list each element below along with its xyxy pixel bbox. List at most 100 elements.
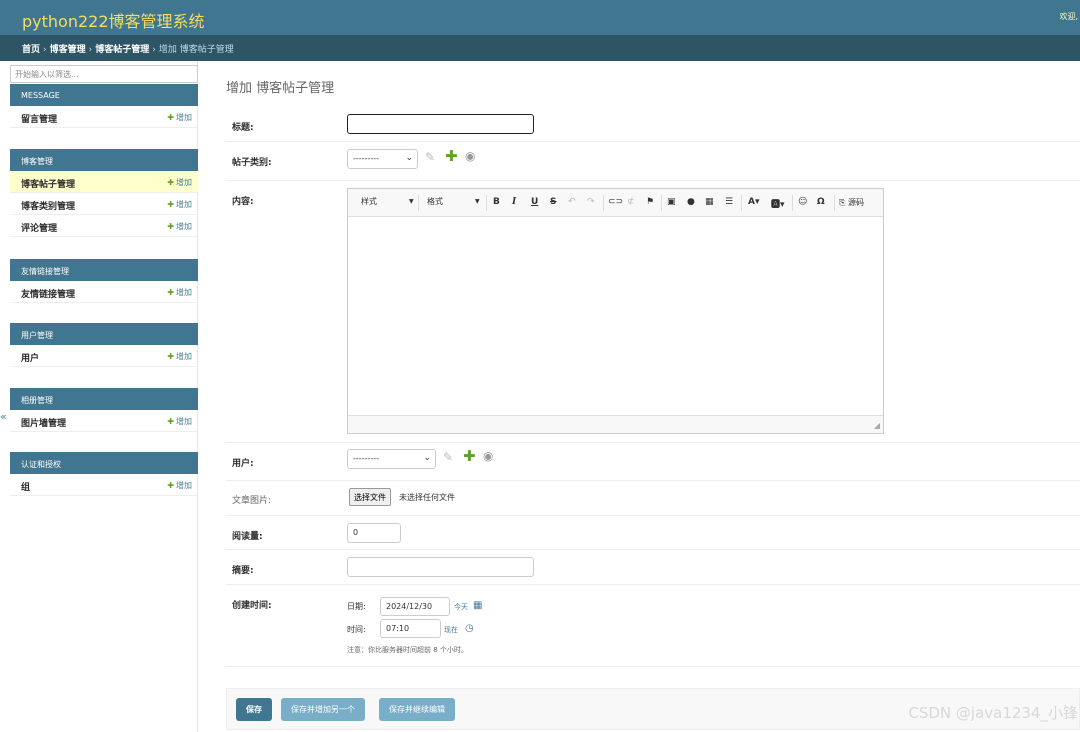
module-message: MESSAGE 留言管理 ✚ 增加 [10,84,198,128]
views-input[interactable]: 0 [347,523,401,543]
model-link[interactable]: 组 [21,480,30,493]
source-icon: ⎘ [839,198,846,207]
field-label: 创建时间: [232,601,272,611]
add-link[interactable]: ✚ 增加 [167,287,192,298]
add-link[interactable]: ✚ 增加 [167,351,192,362]
save-button[interactable]: 保存 [236,698,272,721]
breadcrumb-posts[interactable]: 博客帖子管理 [95,45,149,55]
today-link[interactable]: 今天 [454,602,468,612]
module-caption[interactable]: 友情链接管理 [10,259,198,281]
pencil-icon[interactable]: ✎ [443,450,453,464]
table-icon[interactable]: ▦ [705,197,714,207]
anchor-flag-icon[interactable]: ⚑ [646,197,654,207]
date-input[interactable]: 2024/12/30 [380,597,450,616]
sidebar-item-users[interactable]: 用户 ✚ 增加 [10,345,198,367]
redo-icon[interactable]: ↷ [587,197,595,207]
field-label: 标题: [232,123,254,133]
module-caption[interactable]: 相册管理 [10,388,198,410]
undo-icon[interactable]: ↶ [568,197,576,207]
field-label: 文章图片: [232,496,272,506]
breadcrumb-home[interactable]: 首页 [22,45,40,55]
bg-color-icon[interactable]: 🅰▾ [771,197,785,210]
model-link[interactable]: 博客帖子管理 [21,177,75,190]
now-link[interactable]: 现在 [444,625,458,635]
breadcrumb-blog[interactable]: 博客管理 [50,45,86,55]
form-row-user: 用户: --------- ⌄ ✎ ✚ ◉ [226,443,1080,481]
add-link[interactable]: ✚ 增加 [167,177,192,188]
time-input[interactable]: 07:10 [380,619,441,638]
model-link[interactable]: 图片墙管理 [21,416,66,429]
text-color-icon[interactable]: A▾ [748,197,759,207]
timezone-note: 注意：你比服务器时间超前 8 个小时。 [347,646,468,654]
model-link[interactable]: 留言管理 [21,112,57,125]
module-links: 友情链接管理 友情链接管理 ✚ 增加 [10,259,198,303]
module-caption[interactable]: 认证和授权 [10,452,198,474]
form-row-views: 阅读量: 0 [226,516,1080,550]
format-combo[interactable]: 格式 ▼ [427,196,482,207]
site-title[interactable]: python222博客管理系统 [22,8,205,32]
model-link[interactable]: 评论管理 [21,221,57,234]
sidebar-item-photowall[interactable]: 图片墙管理 ✚ 增加 [10,410,198,432]
header-bar: python222博客管理系统 欢迎, [0,0,1080,35]
styles-combo[interactable]: 样式 ▼ [361,196,416,207]
pencil-icon[interactable]: ✎ [425,150,435,164]
module-caption[interactable]: 博客管理 [10,149,198,171]
special-char-icon[interactable]: Ω [817,197,825,207]
module-auth: 认证和授权 组 ✚ 增加 [10,452,198,496]
editor-statusbar: ◢ [348,415,883,433]
strike-button[interactable]: S [550,197,556,207]
flash-icon[interactable]: ● [687,197,695,207]
add-link[interactable]: ✚ 增加 [167,221,192,232]
italic-button[interactable]: I [512,197,516,207]
model-link[interactable]: 用户 [21,351,39,364]
model-link[interactable]: 友情链接管理 [21,287,75,300]
add-link[interactable]: ✚ 增加 [167,480,192,491]
rich-text-editor[interactable]: 样式 ▼ 格式 ▼ B I U S ↶ ↷ ⊂⊃ ⊄ ⚑ ▣ ● ▦ ☰ A▾ 🅰▾ [347,188,884,434]
sidebar-item-groups[interactable]: 组 ✚ 增加 [10,474,198,496]
form-row-image: 文章图片: 选择文件 未选择任何文件 [226,481,1080,516]
field-label: 用户: [232,459,254,469]
model-link[interactable]: 博客类别管理 [21,199,75,212]
eye-icon[interactable]: ◉ [465,149,475,163]
plus-icon: ✚ [167,222,174,231]
source-button[interactable]: ⎘ 源码 [839,197,864,208]
resize-handle-icon[interactable]: ◢ [874,421,880,430]
sidebar-filter-input[interactable]: 开始输入以筛选... [10,65,198,83]
horizontal-rule-icon[interactable]: ☰ [725,197,733,207]
sidebar-collapse-toggle[interactable]: « [0,410,7,423]
sidebar-item-posts[interactable]: 博客帖子管理 ✚ 增加 [10,171,198,193]
summary-input[interactable] [347,557,534,577]
sidebar-item-message[interactable]: 留言管理 ✚ 增加 [10,106,198,128]
add-link[interactable]: ✚ 增加 [167,199,192,210]
save-continue-button[interactable]: 保存并继续编辑 [379,698,455,721]
bold-button[interactable]: B [493,197,500,207]
sidebar-item-categories[interactable]: 博客类别管理 ✚ 增加 [10,193,198,215]
user-select[interactable]: --------- ⌄ [347,449,436,469]
plus-icon: ✚ [167,481,174,490]
chevron-down-icon: ⌄ [423,453,431,463]
sidebar-item-links[interactable]: 友情链接管理 ✚ 增加 [10,281,198,303]
plus-icon[interactable]: ✚ [445,147,458,165]
add-link[interactable]: ✚ 增加 [167,416,192,427]
module-caption[interactable]: 用户管理 [10,323,198,345]
unlink-icon[interactable]: ⊄ [627,197,635,207]
plus-icon[interactable]: ✚ [463,447,476,465]
choose-file-button[interactable]: 选择文件 [349,488,391,506]
module-caption[interactable]: MESSAGE [10,84,198,106]
save-add-another-button[interactable]: 保存并增加另一个 [281,698,365,721]
form-row-summary: 摘要: [226,550,1080,585]
link-icon[interactable]: ⊂⊃ [608,197,623,207]
eye-icon[interactable]: ◉ [483,449,493,463]
plus-icon: ✚ [167,288,174,297]
title-input[interactable] [347,114,534,134]
image-icon[interactable]: ▣ [667,197,676,207]
form-row-title: 标题: [226,107,1080,142]
sidebar-item-comments[interactable]: 评论管理 ✚ 增加 [10,215,198,237]
date-label: 日期: [347,602,366,611]
smiley-icon[interactable]: ☺ [798,197,807,207]
category-select[interactable]: --------- ⌄ [347,149,418,169]
clock-icon[interactable]: ◷ [465,623,474,634]
calendar-icon[interactable]: ▦ [473,600,482,611]
add-link[interactable]: ✚ 增加 [167,112,192,123]
underline-button[interactable]: U [531,197,538,207]
